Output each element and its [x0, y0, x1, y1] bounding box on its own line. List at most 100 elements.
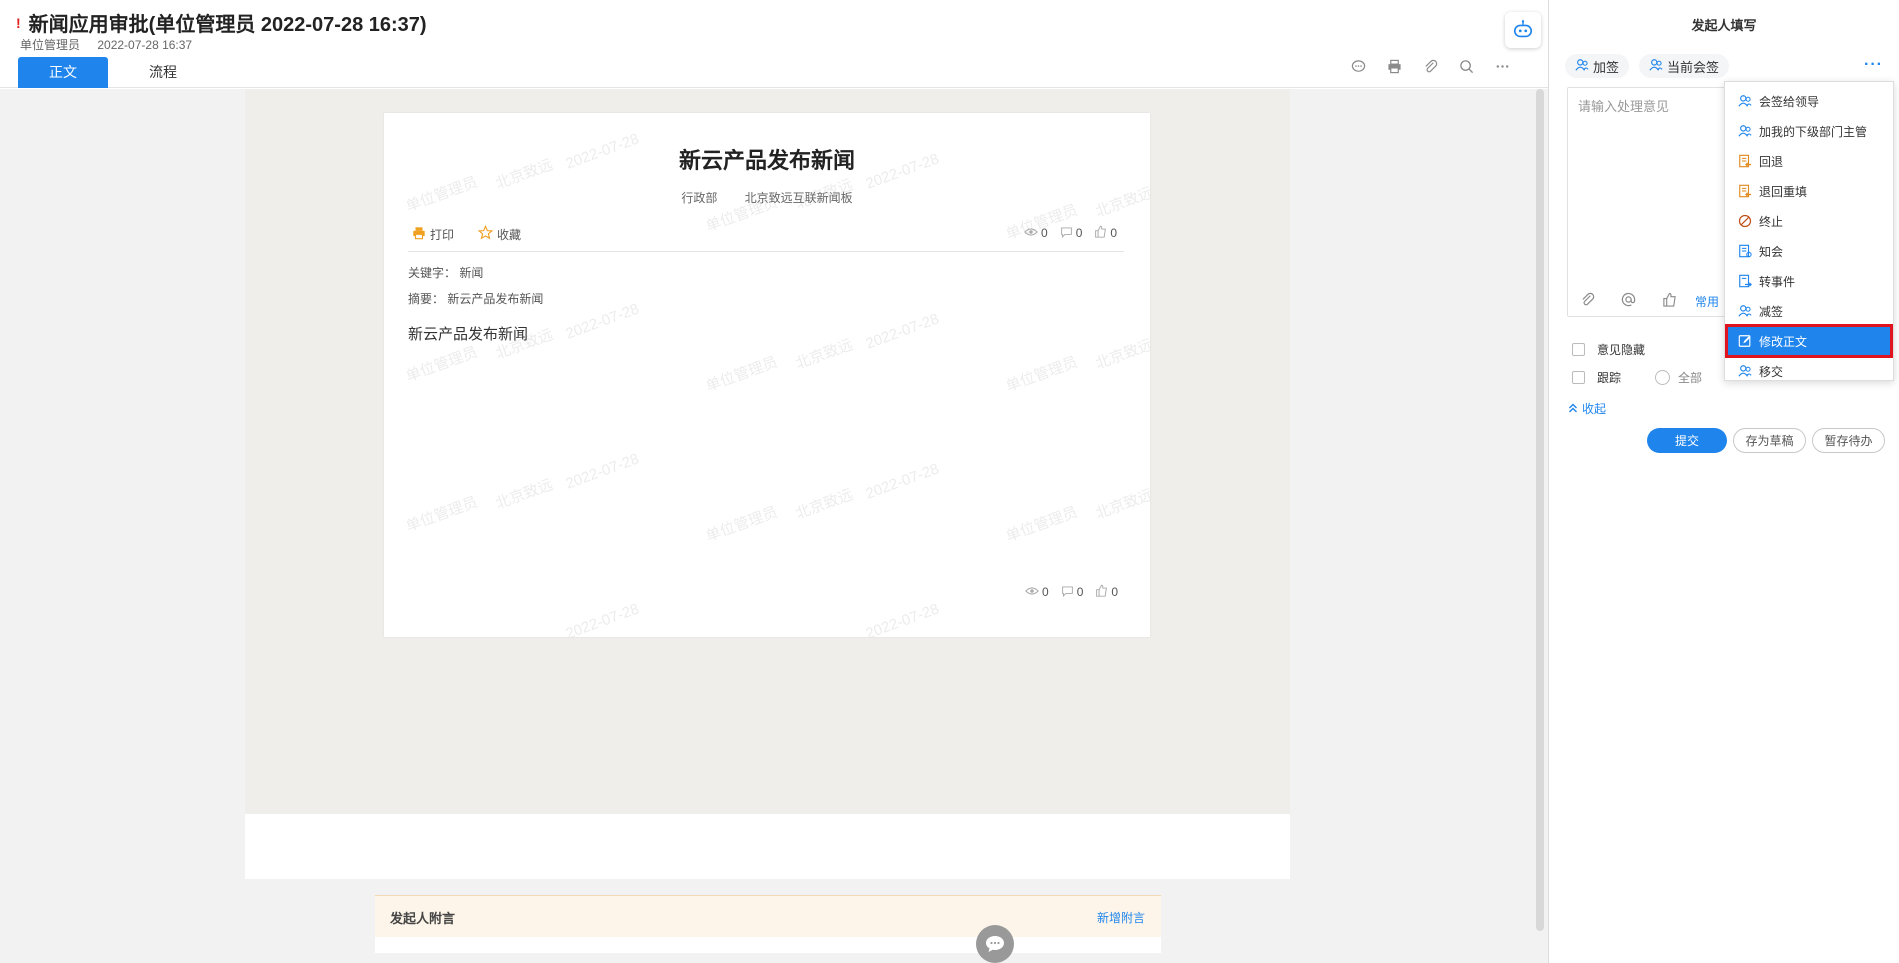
menu-item-transfer-event[interactable]: 转事件: [1725, 266, 1893, 296]
star-icon: [477, 225, 494, 243]
submit-button[interactable]: 提交: [1647, 428, 1727, 453]
track-all-radio[interactable]: [1655, 370, 1671, 385]
sender-name: 单位管理员: [20, 38, 81, 52]
transfer-event-icon: [1737, 274, 1752, 289]
menu-item-return-refill[interactable]: 退回重填: [1725, 176, 1893, 206]
print-icon[interactable]: [1384, 56, 1404, 76]
collapse-link[interactable]: 收起: [1568, 400, 1606, 417]
comment-count: 0: [1060, 225, 1082, 241]
track-checkbox[interactable]: [1572, 371, 1585, 384]
favorite-label: 收藏: [497, 227, 522, 242]
document-title: 新云产品发布新闻: [678, 148, 855, 173]
opinion-tools: 常用: [1580, 292, 1719, 310]
menu-item-countersign-leader[interactable]: 会签给领导: [1725, 86, 1893, 116]
menu-item-remove-sign[interactable]: 减签: [1725, 296, 1893, 326]
sender-note-title: 发起人附言: [390, 911, 456, 926]
hide-opinion-label: 意见隐藏: [1597, 343, 1646, 357]
comment-count: 0: [1061, 584, 1083, 600]
menu-item-terminate[interactable]: 终止: [1725, 206, 1893, 236]
comment-icon: [1060, 226, 1073, 241]
document-department: 行政部: [681, 191, 718, 205]
document-divider: [408, 251, 1124, 252]
send-datetime: 2022-07-28 16:37: [97, 38, 193, 52]
summary-value: 新云产品发布新闻: [447, 292, 544, 306]
search-icon[interactable]: [1456, 56, 1476, 76]
refill-icon: [1737, 184, 1752, 199]
save-pending-button[interactable]: 暂存待办: [1812, 428, 1885, 453]
panel-buttons: 提交 存为草稿 暂存待办: [1647, 428, 1885, 453]
tab-bar: 正文 流程: [18, 57, 198, 88]
track-label: 跟踪: [1597, 371, 1622, 385]
document-board: 北京致远互联新闻板: [744, 191, 853, 205]
view-count: 0: [1025, 584, 1049, 600]
thumb-up-icon[interactable]: [1662, 292, 1677, 310]
more-actions-button[interactable]: ···: [1864, 56, 1883, 74]
track-all-label: 全部: [1678, 371, 1703, 385]
document-stats-top: 0 0 0: [1024, 225, 1117, 241]
rollback-icon: [1737, 154, 1752, 169]
menu-item-add-sub-dept-manager[interactable]: 加我的下级部门主管: [1725, 116, 1893, 146]
attachment-icon[interactable]: [1420, 56, 1440, 76]
header-toolbar: [1348, 56, 1512, 76]
more-actions-menu: 会签给领导 加我的下级部门主管 回退 退回重填 终止 知会 转事件 减签 修改正…: [1724, 81, 1894, 381]
like-count[interactable]: 0: [1094, 225, 1117, 241]
save-draft-button[interactable]: 存为草稿: [1733, 428, 1806, 453]
document-meta: 行政部 北京致远互联新闻板: [384, 189, 1150, 206]
tab-body[interactable]: 正文: [18, 57, 108, 88]
favorite-button[interactable]: 收藏: [477, 225, 522, 243]
menu-item-notify[interactable]: 知会: [1725, 236, 1893, 266]
print-label: 打印: [430, 227, 455, 242]
like-count[interactable]: 0: [1095, 584, 1118, 600]
signature-tags: 加签 当前会签: [1565, 54, 1730, 78]
sender-note-content: [375, 937, 1161, 953]
comment-icon[interactable]: [1348, 56, 1368, 76]
hide-opinion-row: 意见隐藏: [1572, 341, 1645, 358]
thumb-up-icon: [1094, 225, 1107, 241]
sender-note-bar: 发起人附言 新增附言: [375, 895, 1161, 937]
chat-icon: [986, 936, 1004, 952]
notify-icon: [1737, 244, 1752, 259]
document-page: 单位管理员 北京致远 2022-07-28 单位管理员 北京致远 2022-07…: [384, 113, 1150, 637]
common-phrases-link[interactable]: 常用: [1695, 293, 1719, 310]
view-count: 0: [1024, 225, 1048, 241]
summary-row: 摘要： 新云产品发布新闻: [408, 290, 543, 307]
page-title: 新闻应用审批(单位管理员 2022-07-28 16:37): [28, 14, 427, 36]
chat-bubble-button[interactable]: [976, 925, 1014, 963]
comment-icon: [1061, 585, 1074, 600]
assistant-robot-icon[interactable]: [1505, 12, 1541, 48]
title-row: ! 新闻应用审批(单位管理员 2022-07-28 16:37): [16, 8, 427, 37]
menu-item-handover[interactable]: 移交: [1725, 356, 1893, 386]
eye-icon: [1024, 226, 1038, 240]
attachment-icon[interactable]: [1580, 292, 1595, 310]
add-sign-button[interactable]: 加签: [1565, 54, 1630, 78]
document-stats-bottom: 0 0 0: [1025, 584, 1118, 600]
menu-item-edit-body[interactable]: 修改正文: [1725, 324, 1893, 358]
print-icon: [412, 226, 426, 243]
hide-opinion-checkbox[interactable]: [1572, 343, 1585, 356]
menu-item-rollback[interactable]: 回退: [1725, 146, 1893, 176]
edit-icon: [1737, 334, 1752, 349]
tab-flow[interactable]: 流程: [128, 57, 198, 88]
summary-label: 摘要：: [408, 292, 445, 306]
main-scrollbar[interactable]: [1536, 89, 1544, 931]
panel-title: 发起人填写: [1691, 18, 1757, 33]
current-countersign-button[interactable]: 当前会签: [1639, 54, 1730, 78]
document-actions: 打印 收藏: [412, 225, 521, 243]
document-body: 新云产品发布新闻: [408, 326, 529, 343]
double-chevron-up-icon: [1568, 402, 1578, 416]
more-icon[interactable]: [1492, 56, 1512, 76]
print-button[interactable]: 打印: [412, 225, 454, 243]
thumb-up-icon: [1095, 584, 1108, 600]
users-icon: [1575, 58, 1589, 75]
keywords-label: 关键字：: [408, 266, 457, 280]
mention-icon[interactable]: [1621, 292, 1636, 310]
page-header: ! 新闻应用审批(单位管理员 2022-07-28 16:37) 单位管理员 2…: [0, 0, 1548, 88]
keywords-row: 关键字： 新闻: [408, 264, 483, 281]
track-row: 跟踪 全部: [1572, 369, 1702, 386]
document-footer-band: [245, 814, 1290, 879]
eye-icon: [1025, 585, 1039, 599]
urgent-mark: !: [16, 14, 21, 31]
add-note-link[interactable]: 新增附言: [1097, 909, 1145, 926]
users-icon: [1737, 94, 1752, 109]
users-icon: [1737, 304, 1752, 319]
